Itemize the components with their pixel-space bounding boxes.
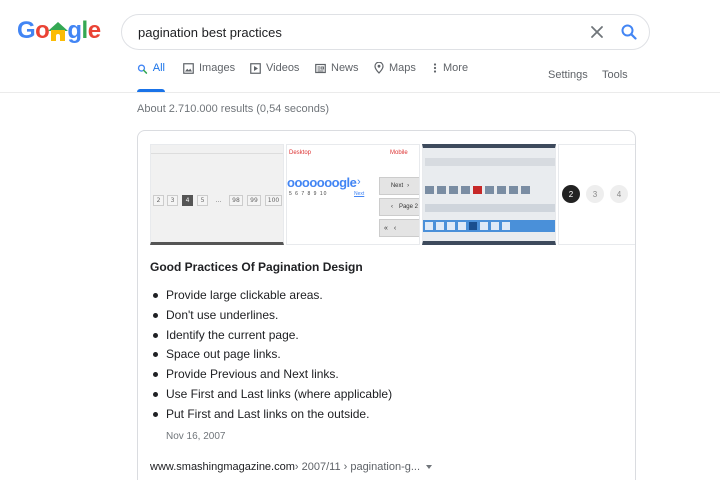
tab-videos[interactable]: Videos	[250, 62, 299, 92]
list-item: Put First and Last links on the outside.	[152, 407, 392, 427]
search-icon	[621, 24, 637, 40]
list-item: Provide large clickable areas.	[152, 288, 392, 308]
list-item: Space out page links.	[152, 347, 392, 367]
double-chevron-left-icon: «	[384, 224, 388, 232]
tab-images[interactable]: Images	[183, 62, 235, 92]
page-number: 3	[586, 185, 604, 203]
house-icon	[48, 22, 69, 41]
clear-search-button[interactable]	[587, 22, 607, 42]
thumbnail-logo-text: ooooooogle	[287, 175, 357, 190]
snippet-thumbnail[interactable]: 2 3 4	[558, 144, 635, 245]
tab-all[interactable]: All	[137, 62, 165, 92]
tab-label: Maps	[389, 62, 416, 74]
search-input[interactable]	[138, 15, 558, 49]
tab-maps[interactable]: Maps	[374, 62, 416, 92]
list-item: Don't use underlines.	[152, 308, 392, 328]
thumbnail-label: Mobile	[390, 150, 408, 156]
tab-label: More	[443, 62, 469, 74]
thumbnail-label: Desktop	[289, 150, 312, 156]
page-ellipsis: ...	[215, 197, 222, 204]
thumbnail-page-label: Page 2	[398, 204, 418, 210]
snippet-date: Nov 16, 2007	[166, 431, 226, 442]
logo-letter: g	[67, 17, 82, 44]
logo-letter: e	[87, 17, 101, 44]
page-number-current: 4	[182, 195, 193, 206]
settings-link[interactable]: Settings	[548, 69, 588, 81]
snippet-bullet-list: Provide large clickable areas. Don't use…	[152, 288, 392, 427]
video-icon	[250, 63, 261, 74]
search-button[interactable]	[619, 22, 639, 42]
map-pin-icon	[374, 62, 384, 74]
news-icon	[315, 63, 326, 74]
thumbnail-next-label: Next	[390, 183, 404, 189]
tab-more[interactable]: More	[432, 62, 468, 92]
thumbnail-next-button: Next ›	[379, 177, 419, 195]
source-path: › 2007/11 › pagination-g...	[294, 461, 421, 473]
thumbnail-page-numbers: 5 6 7 8 9 10	[289, 191, 328, 197]
tools-link[interactable]: Tools	[602, 69, 628, 81]
image-icon	[183, 63, 194, 74]
snippet-thumbnail[interactable]: 2 3 4 5 ... 98 99 100	[150, 144, 284, 245]
tab-label: All	[152, 62, 165, 74]
list-item: Use First and Last links (where applicab…	[152, 387, 392, 407]
tab-label: Images	[199, 62, 236, 74]
source-link[interactable]: www.smashingmagazine.com › 2007/11 › pag…	[150, 461, 433, 473]
source-domain: www.smashingmagazine.com	[150, 461, 295, 473]
thumbnail-next-text: Next	[354, 191, 365, 197]
chevron-left-icon: ‹	[393, 224, 397, 232]
caret-down-icon[interactable]	[426, 465, 433, 469]
page-number: 5	[197, 195, 208, 206]
search-icon	[137, 64, 148, 74]
result-stats: About 2.710.000 results (0,54 seconds)	[137, 103, 330, 115]
chevron-left-icon: ‹	[390, 204, 393, 210]
page-number-current: 2	[562, 185, 580, 203]
page-number: 99	[247, 195, 261, 206]
logo-letter: G	[17, 17, 36, 44]
page-number: 3	[167, 195, 178, 206]
tab-label: Videos	[266, 62, 300, 74]
close-icon	[591, 26, 603, 38]
snippet-image-strip: 2 3 4 5 ... 98 99 100 Desktop Mobile ooo…	[150, 144, 635, 245]
logo-letter: o	[35, 17, 50, 44]
more-vert-icon	[433, 63, 437, 73]
snippet-title: Good Practices Of Pagination Design	[150, 260, 363, 274]
thumbnail-prev-button: «‹	[379, 219, 419, 237]
snippet-thumbnail[interactable]	[422, 144, 556, 245]
thumbnail-page-button: ‹ Page 2	[379, 198, 419, 216]
chevron-right-icon: ›	[407, 183, 410, 189]
featured-snippet: 2 3 4 5 ... 98 99 100 Desktop Mobile ooo…	[137, 130, 636, 480]
search-box	[121, 14, 650, 50]
google-logo[interactable]: G o g l e	[17, 17, 101, 45]
page-number: 2	[153, 195, 164, 206]
tab-news[interactable]: News	[315, 62, 359, 92]
chevron-right-icon: ›	[357, 176, 361, 188]
page-number: 4	[610, 185, 628, 203]
tab-label: News	[331, 62, 359, 74]
list-item: Identify the current page.	[152, 328, 392, 348]
page-number: 100	[265, 195, 282, 206]
header-divider	[0, 92, 720, 93]
page-number: 98	[229, 195, 243, 206]
snippet-thumbnail[interactable]: Desktop Mobile ooooooogle › 5 6 7 8 9 10…	[286, 144, 420, 245]
list-item: Provide Previous and Next links.	[152, 367, 392, 387]
